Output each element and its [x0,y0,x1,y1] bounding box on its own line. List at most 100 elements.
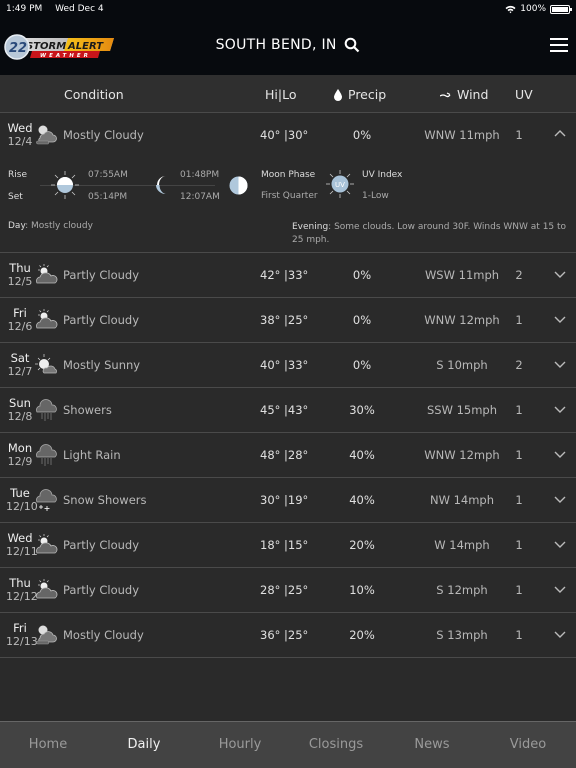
chevron-down-icon[interactable] [554,403,566,415]
chevron-down-icon[interactable] [554,268,566,280]
tab-daily[interactable]: Daily [96,722,192,768]
partly-cloudy-icon [36,579,58,599]
wind-value: SSW 15mph [426,403,498,417]
chevron-up-icon[interactable] [554,128,566,140]
day-date: 12/10 [6,500,38,513]
hi-lo-temp: 30° |19° [260,493,309,507]
day-date: 12/7 [7,365,33,378]
hi-lo-temp: 18° |15° [260,538,309,552]
bottom-tab-bar: Home Daily Hourly Closings News Video [0,721,576,768]
chevron-down-icon[interactable] [554,583,566,595]
day-name: Fri [13,306,27,320]
condition-text: Snow Showers [63,493,147,507]
tab-home[interactable]: Home [0,722,96,768]
day-summary-text: : Mostly cloudy [25,221,93,231]
condition-text: Partly Cloudy [63,268,140,282]
rain-icon [36,444,57,466]
hi-lo-temp: 42° |33° [260,268,309,282]
day-name: Sat [10,351,30,365]
search-icon[interactable] [344,37,360,53]
wind-value: S 13mph [436,628,488,642]
location-name[interactable]: SOUTH BEND, IN [216,37,337,53]
day-date: 12/11 [6,545,38,558]
hi-lo-temp: 36° |25° [260,628,309,642]
location-selector[interactable]: SOUTH BEND, IN [0,37,576,53]
chevron-down-icon[interactable] [554,628,566,640]
forecast-row-4[interactable]: Sun 12/8 Showers 45° |43° 30% SSW 15mph … [0,388,576,433]
chevron-down-icon[interactable] [554,358,566,370]
uv-badge-text: UV [335,181,345,189]
forecast-row-9[interactable]: Fri 12/13 Mostly Cloudy 36° |25° 20% S 1… [0,613,576,658]
chevron-down-icon[interactable] [554,538,566,550]
precip-value: 0% [352,358,372,372]
tab-hourly[interactable]: Hourly [192,722,288,768]
forecast-date: Tue 12/10 [6,487,38,514]
moon-phase-value: First Quarter [261,191,318,201]
day-name: Sun [9,396,31,410]
tab-closings[interactable]: Closings [288,722,384,768]
status-date: Wed Dec 4 [55,4,104,14]
day-name: Thu [9,261,31,275]
status-bar: 1:49 PM Wed Dec 4 100% [0,0,576,18]
forecast-date: Fri 12/6 [6,306,34,334]
moonset-time: 12:07AM [180,192,220,202]
moon-icon [156,176,166,194]
uv-value: 1 [515,628,523,642]
forecast-row-7[interactable]: Wed 12/11 Partly Cloudy 18° |15° 20% W 1… [0,523,576,568]
partly-cloudy-icon [36,534,58,554]
condition-text: Mostly Cloudy [63,128,144,142]
forecast-row-6[interactable]: Tue 12/10 Snow Showers 30° |19° 40% NW 1… [0,478,576,523]
chevron-down-icon[interactable] [554,448,566,460]
rise-label: Rise [8,170,27,180]
forecast-date: Wed 12/11 [6,532,38,559]
hamburger-menu-icon[interactable] [550,38,568,52]
forecast-row-1[interactable]: Thu 12/5 Partly Cloudy 42° |33° 0% WSW 1… [0,253,576,298]
day-date: 12/8 [7,410,33,423]
sunrise-time: 07:55AM [88,170,128,180]
condition-text: Partly Cloudy [63,583,140,597]
day-date: 12/13 [6,635,38,648]
day-date: 12/4 [7,135,33,148]
wifi-icon [505,5,516,13]
hi-lo-temp: 28° |25° [260,583,309,597]
forecast-date: Thu 12/12 [6,577,38,604]
day-summary: Day: Mostly cloudy [8,221,93,231]
column-headers: Condition Hi|Lo Precip Wind UV [0,75,576,113]
forecast-row-0[interactable]: Wed 12/4 Mostly Cloudy 40° |30° 0% WNW 1… [0,113,576,158]
precip-value: 20% [349,628,375,642]
evening-summary: Evening: Some clouds. Low around 30F. Wi… [292,221,567,247]
forecast-row-3[interactable]: Sat 12/7 Mostly Sunny 40° |33° 0% S 10mp… [0,343,576,388]
forecast-row-2[interactable]: Fri 12/6 Partly Cloudy 38° |25° 0% WNW 1… [0,298,576,343]
status-time: 1:49 PM [6,4,43,14]
tab-news[interactable]: News [384,722,480,768]
forecast-row-8[interactable]: Thu 12/12 Partly Cloudy 28° |25° 10% S 1… [0,568,576,613]
uv-index-icon: UV [326,170,354,198]
battery-icon [550,4,572,14]
uv-value: 1 [515,128,523,142]
evening-summary-text: : Some clouds. Low around 30F. Winds WNW… [292,222,567,245]
forecast-date: Sun 12/8 [6,396,34,424]
tab-video[interactable]: Video [480,722,576,768]
chevron-down-icon[interactable] [554,493,566,505]
day-detail-panel: Rise Set 07:55AM 05:14PM 01:48PM 12:07AM… [0,158,576,253]
evening-summary-label: Evening [292,222,329,232]
battery-percent: 100% [520,4,546,14]
header-condition: Condition [64,87,124,102]
day-name: Fri [13,621,27,635]
wind-value: WSW 11mph [424,268,500,282]
sun-icon [51,171,79,199]
condition-text: Light Rain [63,448,121,462]
precip-value: 30% [349,403,375,417]
wind-value: W 14mph [434,538,490,552]
forecast-row-5[interactable]: Mon 12/9 Light Rain 48° |28° 40% WNW 12m… [0,433,576,478]
day-name: Wed [7,121,33,135]
partly-cloudy-icon [36,309,58,329]
hi-lo-temp: 45° |43° [260,403,309,417]
wind-value: WNW 12mph [424,313,500,327]
moonrise-time: 01:48PM [180,170,220,180]
mostly-sunny-icon [35,354,57,374]
condition-text: Showers [63,403,112,417]
wind-value: NW 14mph [429,493,495,507]
chevron-down-icon[interactable] [554,313,566,325]
uv-value: 1 [515,583,523,597]
